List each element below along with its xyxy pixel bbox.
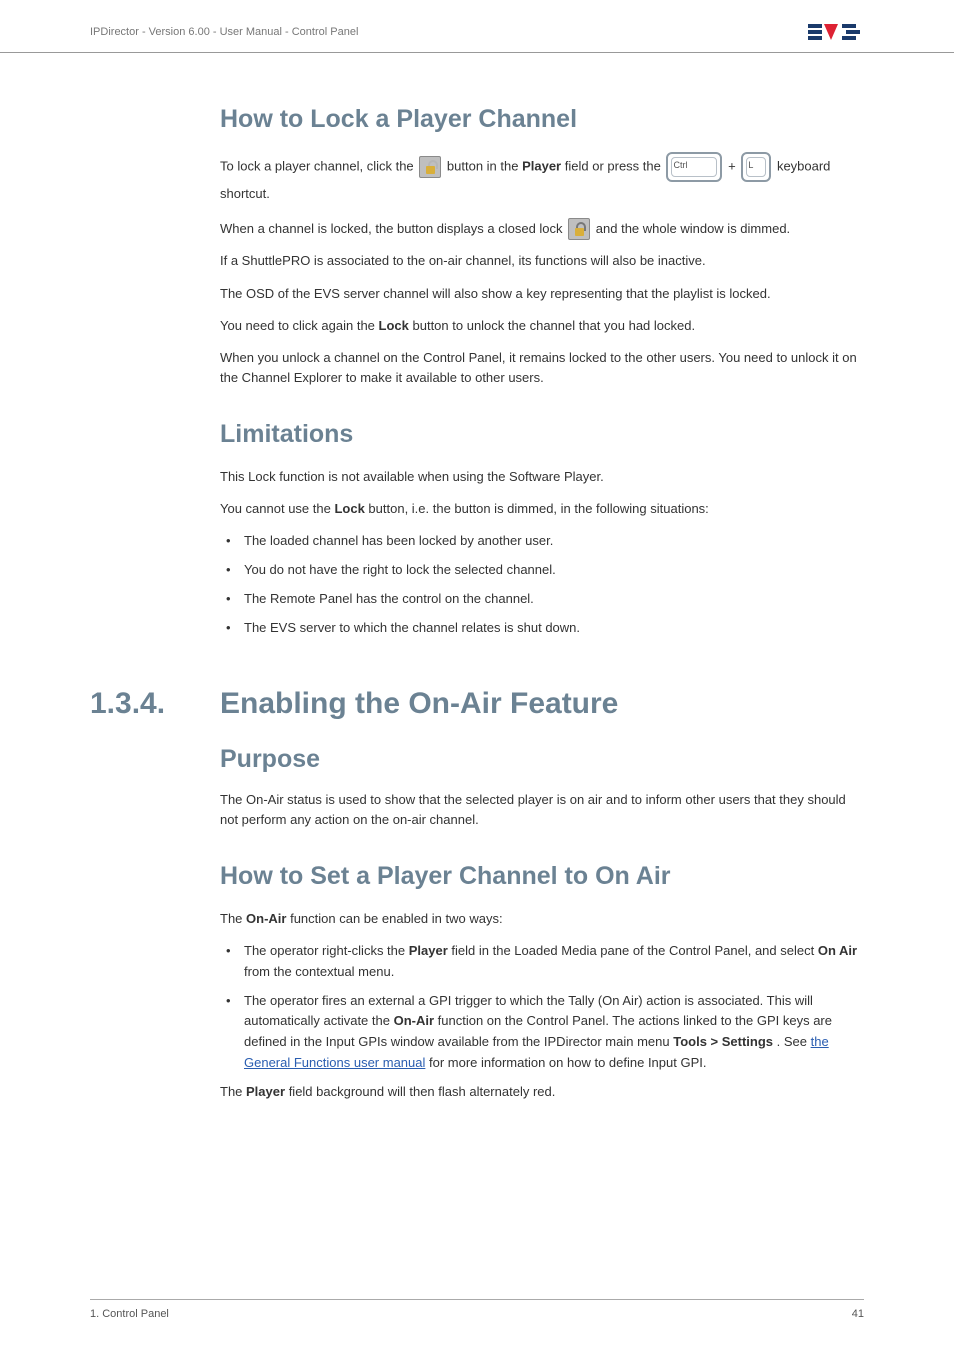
lock-paragraph-6: When you unlock a channel on the Control…	[220, 348, 864, 388]
text-tools-settings: Tools > Settings	[673, 1034, 773, 1049]
lock-open-icon	[419, 156, 441, 178]
howset-paragraph-2: The Player field background will then fl…	[220, 1082, 864, 1102]
key-l: L	[741, 152, 771, 182]
text-player: Player	[522, 158, 561, 173]
section-title: Enabling the On-Air Feature	[220, 687, 618, 721]
text: To lock a player channel, click the	[220, 158, 417, 173]
text: function can be enabled in two ways:	[290, 911, 502, 926]
text: for more information on how to define In…	[429, 1055, 706, 1070]
text: The	[220, 911, 246, 926]
text-player: Player	[409, 943, 448, 958]
howset-list: The operator right-clicks the Player fie…	[220, 941, 864, 1074]
footer-left: 1. Control Panel	[90, 1308, 169, 1320]
heading-lock-player: How to Lock a Player Channel	[220, 105, 864, 134]
text: The operator right-clicks the	[244, 943, 409, 958]
lock-paragraph-5: You need to click again the Lock button …	[220, 316, 864, 336]
text-onair: On-Air	[246, 911, 286, 926]
lock-paragraph-1: To lock a player channel, click the butt…	[220, 152, 864, 207]
breadcrumb: IPDirector - Version 6.00 - User Manual …	[90, 26, 358, 38]
footer-page-number: 41	[852, 1308, 864, 1320]
text: button, i.e. the button is dimmed, in th…	[368, 501, 708, 516]
text: When a channel is locked, the button dis…	[220, 221, 566, 236]
lock-paragraph-4: The OSD of the EVS server channel will a…	[220, 284, 864, 304]
list-item: The operator fires an external a GPI tri…	[220, 991, 864, 1074]
key-ctrl-label: Ctrl	[673, 157, 687, 174]
list-item: The loaded channel has been locked by an…	[220, 531, 864, 552]
howset-paragraph-1: The On-Air function can be enabled in tw…	[220, 909, 864, 929]
lim-paragraph-2: You cannot use the Lock button, i.e. the…	[220, 499, 864, 519]
heading-limitations: Limitations	[220, 420, 864, 449]
section-1-3-4: 1.3.4. Enabling the On-Air Feature	[90, 647, 864, 735]
key-l-label: L	[748, 157, 753, 174]
text: field in the Loaded Media pane of the Co…	[451, 943, 817, 958]
text: from the contextual menu.	[244, 964, 394, 979]
page-footer: 1. Control Panel 41	[90, 1299, 864, 1320]
purpose-paragraph: The On-Air status is used to show that t…	[220, 790, 864, 830]
section-number: 1.3.4.	[90, 687, 220, 721]
text: . See	[777, 1034, 811, 1049]
lock-paragraph-3: If a ShuttlePRO is associated to the on-…	[220, 251, 864, 271]
list-item: You do not have the right to lock the se…	[220, 560, 864, 581]
lim-paragraph-1: This Lock function is not available when…	[220, 467, 864, 487]
lock-closed-icon	[568, 218, 590, 240]
heading-purpose: Purpose	[220, 745, 864, 774]
text: field background will then flash alterna…	[289, 1084, 556, 1099]
text: You need to click again the	[220, 318, 379, 333]
text-onair: On Air	[818, 943, 857, 958]
text: +	[728, 158, 739, 173]
list-item: The EVS server to which the channel rela…	[220, 618, 864, 639]
text-onair: On-Air	[394, 1013, 434, 1028]
page-content: How to Lock a Player Channel To lock a p…	[0, 53, 954, 1102]
heading-howset: How to Set a Player Channel to On Air	[220, 862, 864, 891]
text: button to unlock the channel that you ha…	[413, 318, 696, 333]
key-ctrl: Ctrl	[666, 152, 722, 182]
evs-logo	[808, 22, 864, 42]
page-header: IPDirector - Version 6.00 - User Manual …	[0, 0, 954, 53]
lock-paragraph-2: When a channel is locked, the button dis…	[220, 217, 864, 242]
list-item: The operator right-clicks the Player fie…	[220, 941, 864, 983]
text-lock: Lock	[379, 318, 409, 333]
text-player: Player	[246, 1084, 285, 1099]
text: You cannot use the	[220, 501, 334, 516]
text: button in the	[447, 158, 522, 173]
text: The	[220, 1084, 246, 1099]
list-item: The Remote Panel has the control on the …	[220, 589, 864, 610]
text: and the whole window is dimmed.	[596, 221, 790, 236]
text-lock: Lock	[334, 501, 364, 516]
lim-list: The loaded channel has been locked by an…	[220, 531, 864, 638]
text: field or press the	[565, 158, 665, 173]
